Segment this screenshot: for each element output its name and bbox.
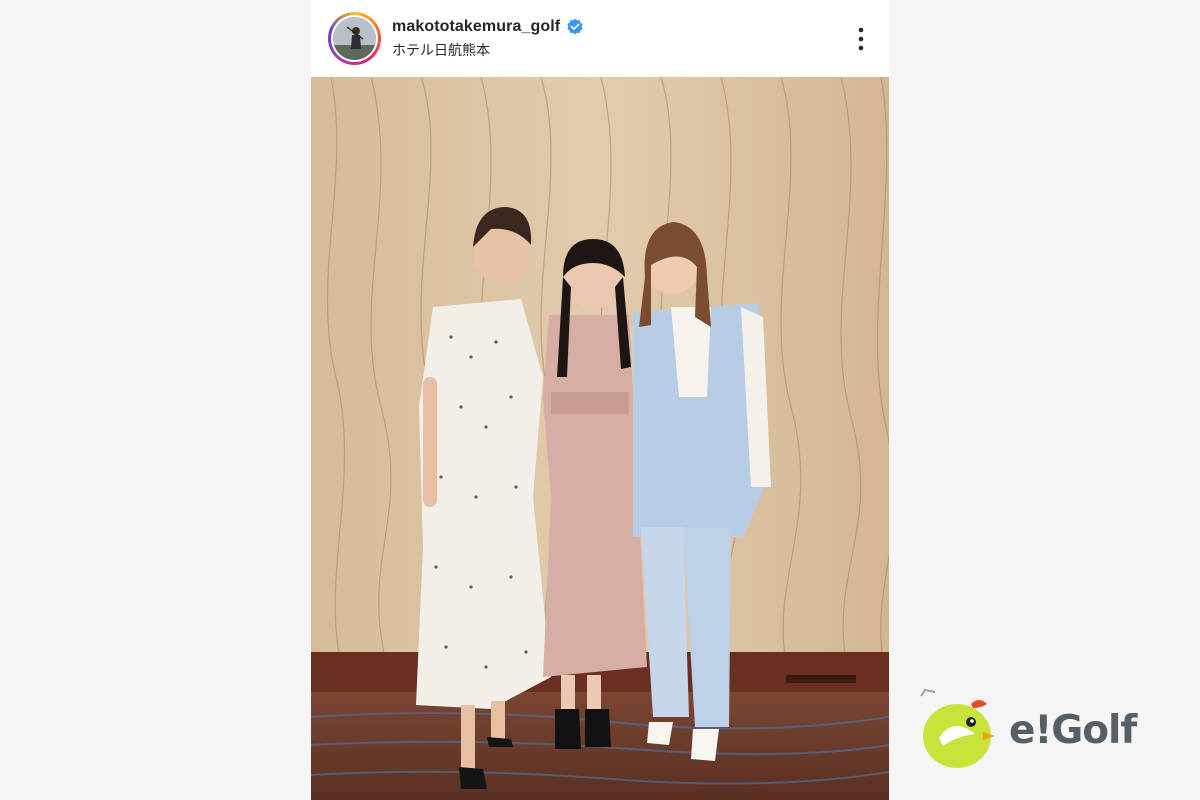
avatar — [333, 17, 376, 60]
verified-badge-icon — [567, 18, 583, 34]
golfer-avatar-image — [333, 17, 376, 60]
more-options-icon[interactable] — [855, 26, 867, 52]
location-link[interactable]: ホテル日航熊本 — [392, 40, 584, 60]
post-header: makototakemura_golf ホテル日航熊本 — [311, 0, 889, 77]
post-photo — [311, 77, 889, 800]
brand-watermark: e!Golf — [913, 686, 1175, 776]
floor-vent — [786, 675, 856, 683]
avatar-story-ring[interactable] — [328, 12, 381, 65]
mascot-icon — [920, 688, 995, 768]
username[interactable]: makototakemura_golf — [392, 18, 560, 36]
brand-logo-text: e!Golf — [1009, 708, 1137, 753]
instagram-post: makototakemura_golf ホテル日航熊本 — [311, 0, 889, 800]
